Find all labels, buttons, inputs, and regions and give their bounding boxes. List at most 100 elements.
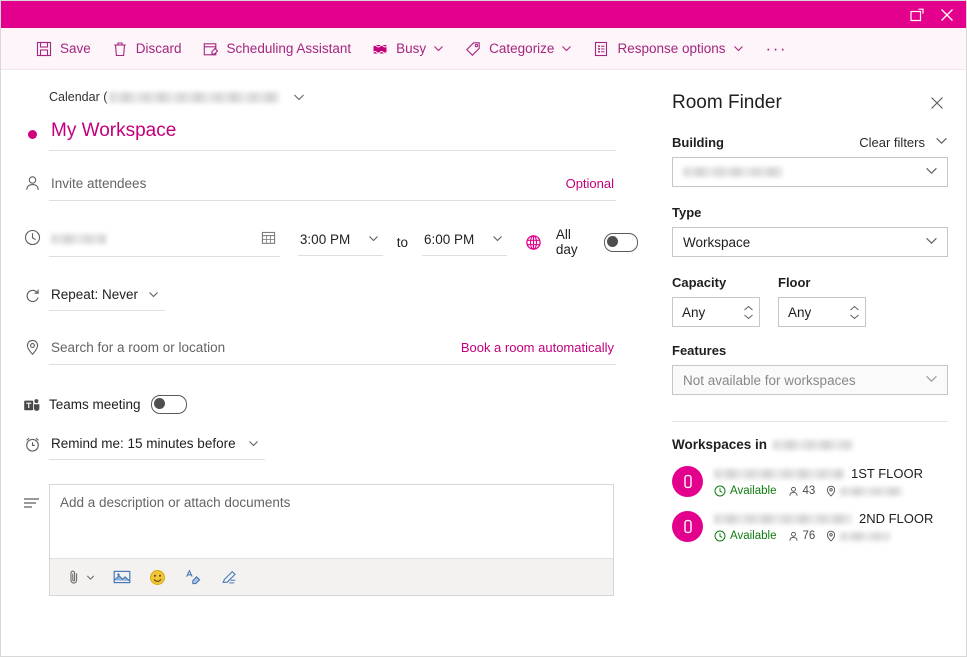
chevron-down-icon bbox=[248, 438, 259, 449]
start-date-redacted bbox=[51, 234, 106, 244]
end-time-select[interactable]: 6:00 PM bbox=[422, 229, 507, 256]
close-window-button[interactable] bbox=[932, 2, 962, 28]
calendar-selector[interactable]: Calendar ( bbox=[49, 90, 656, 104]
repeat-value: Repeat: Never bbox=[51, 287, 139, 302]
description-row: Add a description or attach documents bbox=[1, 484, 656, 596]
repeat-select[interactable]: Repeat: Never bbox=[49, 285, 166, 311]
description-toolbar bbox=[50, 558, 613, 595]
room-finder-header: Room Finder bbox=[672, 92, 948, 114]
busy-button[interactable]: Busy bbox=[363, 34, 453, 64]
event-title-input[interactable]: My Workspace bbox=[49, 118, 616, 151]
title-bar bbox=[1, 1, 966, 28]
description-lines-icon bbox=[15, 484, 49, 510]
scheduling-assistant-button[interactable]: Scheduling Assistant bbox=[194, 34, 361, 64]
description-input[interactable]: Add a description or attach documents bbox=[50, 485, 613, 558]
chevron-down-icon bbox=[433, 43, 444, 54]
end-time-value: 6:00 PM bbox=[424, 231, 475, 247]
scheduling-assistant-icon bbox=[203, 41, 219, 57]
start-date-input[interactable] bbox=[49, 227, 280, 257]
teams-meeting-row: Teams meeting bbox=[1, 395, 656, 414]
capacity-stepper[interactable]: Any bbox=[672, 297, 760, 327]
capacity-label: Capacity bbox=[672, 275, 727, 290]
event-title-row: My Workspace bbox=[1, 118, 656, 151]
close-icon bbox=[941, 8, 953, 21]
close-icon bbox=[931, 97, 943, 109]
attach-icon[interactable] bbox=[64, 567, 97, 588]
reminder-select[interactable]: Remind me: 15 minutes before bbox=[49, 434, 265, 460]
teams-meeting-toggle[interactable] bbox=[150, 395, 187, 414]
workspace-door-icon bbox=[683, 519, 692, 534]
workspace-location bbox=[826, 485, 903, 497]
workspace-floor-label: 2ND FLOOR bbox=[859, 511, 934, 526]
insert-picture-icon[interactable] bbox=[111, 567, 133, 587]
room-finder-pane: Room Finder Building Clear filters Type … bbox=[656, 70, 966, 656]
start-time-value: 3:00 PM bbox=[299, 231, 351, 247]
chevron-down-icon[interactable] bbox=[935, 134, 948, 150]
alarm-clock-icon bbox=[15, 434, 49, 453]
location-pin-icon bbox=[827, 530, 836, 542]
discard-button[interactable]: Discard bbox=[103, 34, 191, 64]
ink-pen-icon[interactable] bbox=[218, 567, 240, 588]
reminder-value: Remind me: 15 minutes before bbox=[51, 436, 236, 451]
chevron-down-icon[interactable] bbox=[293, 91, 305, 103]
save-button[interactable]: Save bbox=[27, 34, 100, 64]
highlight-icon[interactable] bbox=[182, 567, 204, 588]
open-in-new-window-button[interactable] bbox=[902, 2, 932, 28]
floor-stepper[interactable]: Any bbox=[778, 297, 866, 327]
response-options-label: Response options bbox=[617, 41, 726, 56]
all-day-toggle[interactable] bbox=[603, 232, 639, 252]
chevron-down-icon bbox=[561, 43, 572, 54]
optional-attendees-link[interactable]: Optional bbox=[566, 176, 614, 191]
workspace-location-redacted bbox=[840, 531, 891, 541]
building-select[interactable] bbox=[672, 157, 948, 187]
busy-label: Busy bbox=[396, 41, 427, 56]
book-room-automatically-link[interactable]: Book a room automatically bbox=[461, 340, 614, 355]
attendees-input[interactable]: Invite attendees bbox=[51, 176, 146, 191]
workspace-result-item[interactable]: 1ST FLOOR Available 43 bbox=[672, 466, 948, 497]
categorize-label: Categorize bbox=[489, 41, 555, 56]
features-value: Not available for workspaces bbox=[683, 372, 856, 388]
capacity-floor-row: Capacity Any Floor Any bbox=[672, 275, 948, 327]
categorize-button[interactable]: Categorize bbox=[456, 34, 581, 64]
start-time-select[interactable]: 3:00 PM bbox=[297, 229, 383, 256]
workspace-availability: Available bbox=[714, 530, 776, 542]
description-editor: Add a description or attach documents bbox=[49, 484, 614, 596]
workspace-location bbox=[826, 530, 891, 542]
floor-value: Any bbox=[788, 304, 812, 320]
type-select[interactable]: Workspace bbox=[672, 227, 948, 257]
emoji-icon[interactable] bbox=[147, 567, 168, 588]
floor-field: Floor Any bbox=[778, 275, 866, 327]
event-form-pane: Calendar ( My Workspace Invite attendees… bbox=[1, 70, 656, 656]
features-select[interactable]: Not available for workspaces bbox=[672, 365, 948, 395]
busy-icon bbox=[372, 41, 388, 57]
location-pin-icon bbox=[827, 485, 836, 497]
location-row: Search for a room or location Book a roo… bbox=[1, 337, 656, 365]
globe-icon[interactable] bbox=[525, 234, 542, 251]
event-compose-window: Save Discard Scheduling Assistant Busy C… bbox=[0, 0, 967, 657]
workspace-status-label: Available bbox=[730, 530, 777, 542]
calendar-icon[interactable] bbox=[261, 230, 276, 248]
panel-divider bbox=[672, 421, 948, 422]
workspace-result-item[interactable]: 2ND FLOOR Available 76 bbox=[672, 511, 948, 542]
person-icon bbox=[15, 173, 49, 192]
repeat-icon bbox=[15, 285, 49, 304]
workspace-name-redacted bbox=[714, 468, 844, 479]
workspace-avatar bbox=[672, 466, 703, 497]
teams-icon bbox=[15, 395, 49, 414]
workspace-status-label: Available bbox=[730, 485, 777, 497]
building-label-row: Building Clear filters bbox=[672, 134, 948, 150]
more-commands-button[interactable]: ··· bbox=[756, 40, 797, 57]
tag-icon bbox=[465, 41, 481, 57]
popout-icon bbox=[910, 8, 924, 21]
workspace-availability: Available bbox=[714, 485, 776, 497]
stepper-arrows-icon[interactable] bbox=[849, 305, 860, 320]
response-options-button[interactable]: Response options bbox=[584, 34, 752, 64]
close-room-finder-button[interactable] bbox=[926, 92, 948, 114]
command-bar: Save Discard Scheduling Assistant Busy C… bbox=[1, 28, 966, 70]
building-value-redacted bbox=[683, 167, 783, 177]
chevron-down-icon bbox=[86, 573, 95, 582]
workspace-capacity-value: 76 bbox=[802, 530, 816, 542]
location-search-input[interactable]: Search for a room or location bbox=[51, 340, 225, 355]
stepper-arrows-icon[interactable] bbox=[743, 305, 754, 320]
clear-filters-button[interactable]: Clear filters bbox=[859, 135, 925, 150]
